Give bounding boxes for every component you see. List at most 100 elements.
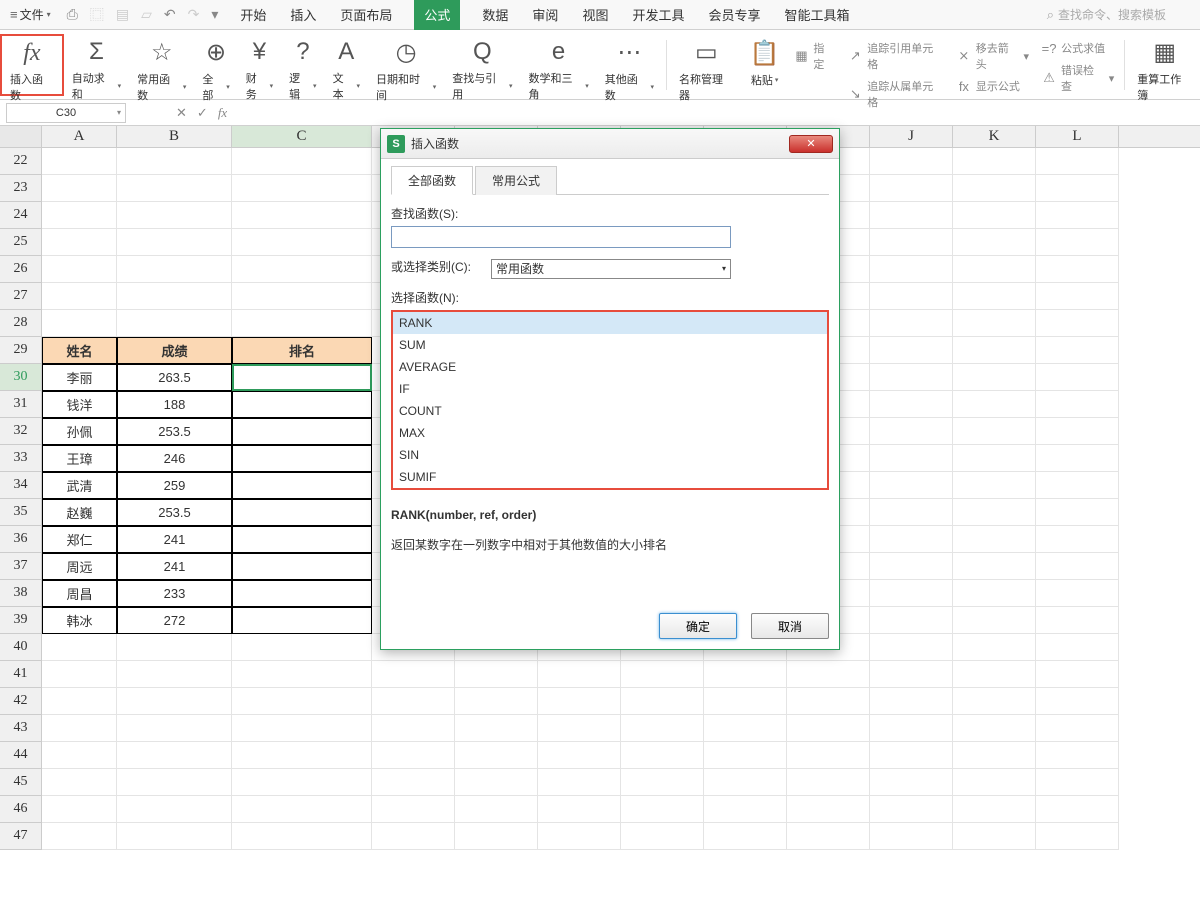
cell[interactable] (870, 175, 953, 202)
cell[interactable] (621, 661, 704, 688)
cell[interactable] (621, 823, 704, 850)
cell[interactable] (538, 823, 621, 850)
cell[interactable] (704, 715, 787, 742)
menu-dev[interactable]: 开发工具 (630, 0, 686, 30)
text-button[interactable]: A 文本▾ (325, 34, 368, 96)
row-header[interactable]: 26 (0, 256, 42, 283)
cell[interactable] (870, 445, 953, 472)
cell[interactable] (953, 661, 1036, 688)
cell[interactable]: 李丽 (42, 364, 117, 391)
cell[interactable] (538, 661, 621, 688)
row-header[interactable]: 46 (0, 796, 42, 823)
row-header[interactable]: 39 (0, 607, 42, 634)
cell[interactable]: 253.5 (117, 418, 232, 445)
cell[interactable] (870, 634, 953, 661)
cell[interactable] (232, 715, 372, 742)
cell[interactable] (117, 229, 232, 256)
menu-start[interactable]: 开始 (238, 0, 268, 30)
cell[interactable] (117, 634, 232, 661)
cell[interactable] (870, 337, 953, 364)
col-header-K[interactable]: K (953, 126, 1036, 147)
cell[interactable] (870, 364, 953, 391)
cell[interactable] (42, 229, 117, 256)
menu-view[interactable]: 视图 (580, 0, 610, 30)
cell[interactable]: 233 (117, 580, 232, 607)
cell[interactable] (232, 310, 372, 337)
cell[interactable]: 周昌 (42, 580, 117, 607)
cell[interactable] (232, 526, 372, 553)
menu-smart[interactable]: 智能工具箱 (782, 0, 851, 30)
cell[interactable] (704, 823, 787, 850)
cell[interactable] (1036, 310, 1119, 337)
row-header[interactable]: 34 (0, 472, 42, 499)
cell[interactable] (704, 769, 787, 796)
cell[interactable] (1036, 175, 1119, 202)
cell[interactable] (953, 283, 1036, 310)
row-header[interactable]: 36 (0, 526, 42, 553)
cell[interactable] (117, 175, 232, 202)
cell[interactable] (1036, 553, 1119, 580)
cell[interactable] (117, 796, 232, 823)
cell[interactable] (953, 256, 1036, 283)
row-header[interactable]: 33 (0, 445, 42, 472)
cell[interactable] (42, 661, 117, 688)
cell[interactable] (117, 283, 232, 310)
print-preview-icon[interactable]: ⿴ (90, 5, 104, 25)
row-header[interactable]: 40 (0, 634, 42, 661)
col-header-B[interactable]: B (117, 126, 232, 147)
cell[interactable] (1036, 661, 1119, 688)
cell[interactable] (42, 283, 117, 310)
cell[interactable] (870, 202, 953, 229)
function-list-item[interactable]: SIN (393, 444, 827, 466)
cell[interactable] (953, 202, 1036, 229)
remove-arrows-button[interactable]: ⨯移去箭头▾ (956, 38, 1029, 74)
error-check-button[interactable]: ⚠错误检查▾ (1041, 60, 1114, 96)
cell[interactable] (372, 715, 455, 742)
row-header[interactable]: 30 (0, 364, 42, 391)
autosum-button[interactable]: Σ 自动求和▾ (64, 34, 129, 96)
cell[interactable] (42, 823, 117, 850)
row-header[interactable]: 32 (0, 418, 42, 445)
function-list-item[interactable]: AVERAGE (393, 356, 827, 378)
search-function-input[interactable] (391, 226, 731, 248)
cell[interactable] (232, 796, 372, 823)
datetime-button[interactable]: ◷ 日期和时间▾ (368, 34, 444, 96)
cell[interactable] (455, 769, 538, 796)
name-box[interactable]: C30 ▾ (6, 103, 126, 123)
cell[interactable] (953, 499, 1036, 526)
cell[interactable] (1036, 499, 1119, 526)
cell[interactable]: 武清 (42, 472, 117, 499)
cell[interactable] (232, 202, 372, 229)
cell[interactable] (232, 148, 372, 175)
fx-icon[interactable]: fx (218, 105, 227, 121)
cell[interactable] (1036, 526, 1119, 553)
cell[interactable] (455, 823, 538, 850)
cell[interactable] (870, 418, 953, 445)
row-header[interactable]: 25 (0, 229, 42, 256)
cell[interactable] (42, 796, 117, 823)
cell[interactable] (953, 796, 1036, 823)
cell[interactable] (232, 580, 372, 607)
cell[interactable] (1036, 823, 1119, 850)
cell[interactable] (704, 688, 787, 715)
menu-layout[interactable]: 页面布局 (338, 0, 394, 30)
open-icon[interactable]: ▱ (141, 6, 152, 23)
cell[interactable] (870, 229, 953, 256)
cell[interactable] (117, 715, 232, 742)
cell[interactable] (232, 175, 372, 202)
cell[interactable] (1036, 580, 1119, 607)
cell[interactable] (953, 418, 1036, 445)
cell[interactable] (232, 823, 372, 850)
cell[interactable] (1036, 688, 1119, 715)
paste-button[interactable]: 📋 粘贴▾ (742, 34, 788, 96)
cell[interactable] (704, 661, 787, 688)
cell[interactable] (621, 769, 704, 796)
row-header[interactable]: 23 (0, 175, 42, 202)
cell[interactable]: 排名 (232, 337, 372, 364)
cell[interactable] (232, 256, 372, 283)
cell[interactable] (1036, 796, 1119, 823)
menu-vip[interactable]: 会员专享 (706, 0, 762, 30)
cell[interactable] (117, 256, 232, 283)
cell[interactable] (787, 688, 870, 715)
cell[interactable] (1036, 769, 1119, 796)
